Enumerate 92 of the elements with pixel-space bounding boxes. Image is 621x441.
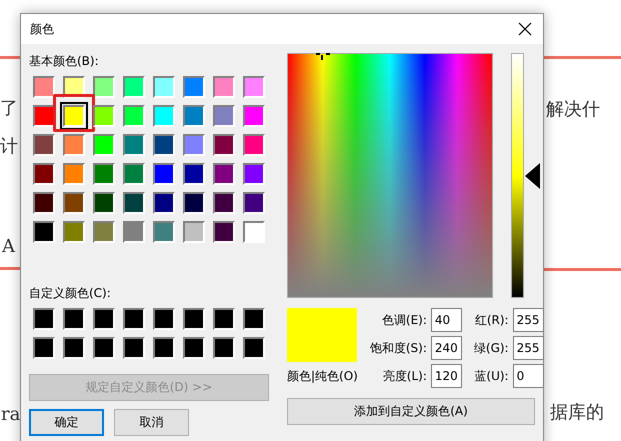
color-swatch[interactable] bbox=[243, 337, 265, 359]
value-field[interactable]: 120 bbox=[430, 364, 462, 388]
field-label: 色调(E): bbox=[382, 312, 427, 328]
add-to-custom-colors-button[interactable]: 添加到自定义颜色(A) bbox=[287, 398, 535, 425]
field-label: 饱和度(S): bbox=[370, 340, 427, 356]
color-swatch[interactable] bbox=[63, 163, 85, 185]
section-label: 基本颜色(B): bbox=[29, 53, 100, 70]
color-swatch[interactable] bbox=[93, 337, 115, 359]
color-swatch[interactable] bbox=[183, 337, 205, 359]
cancel-button[interactable]: 取消 bbox=[114, 409, 189, 436]
value-field[interactable]: 240 bbox=[430, 336, 462, 360]
color-swatch[interactable] bbox=[153, 192, 175, 214]
color-swatch[interactable] bbox=[183, 134, 205, 156]
crosshair-icon bbox=[315, 53, 331, 61]
color-swatch[interactable] bbox=[123, 308, 145, 330]
color-swatch[interactable] bbox=[153, 337, 175, 359]
color-swatch[interactable] bbox=[153, 134, 175, 156]
color-swatch[interactable] bbox=[243, 192, 265, 214]
color-swatch[interactable] bbox=[243, 308, 265, 330]
color-spectrum[interactable] bbox=[287, 53, 493, 298]
value-field[interactable]: 255 bbox=[512, 308, 544, 332]
color-swatch[interactable] bbox=[123, 163, 145, 185]
value-field[interactable]: 40 bbox=[430, 308, 462, 332]
color-swatch[interactable] bbox=[63, 337, 85, 359]
color-swatch[interactable] bbox=[33, 105, 55, 127]
color-swatch[interactable] bbox=[123, 337, 145, 359]
color-swatch[interactable] bbox=[123, 105, 145, 127]
color-swatch[interactable] bbox=[63, 221, 85, 243]
color-swatch[interactable] bbox=[243, 163, 265, 185]
luminance-pointer[interactable] bbox=[525, 162, 540, 188]
color-swatch[interactable] bbox=[93, 192, 115, 214]
color-swatch[interactable] bbox=[63, 192, 85, 214]
color-swatch[interactable] bbox=[123, 134, 145, 156]
color-swatch[interactable] bbox=[93, 105, 115, 127]
color-swatch[interactable] bbox=[213, 105, 235, 127]
color-swatch[interactable] bbox=[183, 76, 205, 98]
section-label: 自定义颜色(C): bbox=[29, 285, 112, 302]
color-swatch[interactable] bbox=[213, 308, 235, 330]
color-swatch[interactable] bbox=[63, 134, 85, 156]
color-swatch[interactable] bbox=[243, 105, 265, 127]
color-swatch[interactable] bbox=[33, 163, 55, 185]
color-swatch[interactable] bbox=[93, 163, 115, 185]
color-swatch[interactable] bbox=[213, 221, 235, 243]
color-swatch[interactable] bbox=[153, 76, 175, 98]
color-swatch[interactable] bbox=[93, 76, 115, 98]
color-swatch[interactable] bbox=[183, 105, 205, 127]
color-swatch[interactable] bbox=[93, 221, 115, 243]
color-swatch[interactable] bbox=[33, 192, 55, 214]
color-swatch[interactable] bbox=[153, 105, 175, 127]
color-swatch[interactable] bbox=[33, 134, 55, 156]
page-text: 了 bbox=[0, 97, 18, 120]
value-field[interactable]: 0 bbox=[512, 364, 544, 388]
color-swatch[interactable] bbox=[213, 337, 235, 359]
color-swatch[interactable] bbox=[153, 163, 175, 185]
color-swatch[interactable] bbox=[243, 134, 265, 156]
color-swatch[interactable] bbox=[33, 308, 55, 330]
color-swatch[interactable] bbox=[183, 221, 205, 243]
color-swatch[interactable] bbox=[183, 192, 205, 214]
page-text: 计 bbox=[0, 135, 18, 158]
color-swatch[interactable] bbox=[213, 76, 235, 98]
color-swatch[interactable] bbox=[93, 134, 115, 156]
color-swatch[interactable] bbox=[123, 76, 145, 98]
field-label: 蓝(U): bbox=[474, 368, 509, 384]
color-swatch[interactable] bbox=[63, 308, 85, 330]
color-swatch[interactable] bbox=[213, 163, 235, 185]
color-swatch[interactable] bbox=[33, 221, 55, 243]
color-swatch[interactable] bbox=[123, 221, 145, 243]
color-swatch[interactable] bbox=[213, 192, 235, 214]
ok-button[interactable]: 确定 bbox=[29, 409, 104, 436]
color-swatch[interactable] bbox=[153, 308, 175, 330]
window-title: 颜色 bbox=[30, 20, 54, 38]
preview-label: 颜色|纯色(O) bbox=[287, 368, 358, 385]
field-label: 亮度(L): bbox=[382, 368, 427, 384]
color-swatch[interactable] bbox=[93, 308, 115, 330]
value-field[interactable]: 255 bbox=[512, 336, 544, 360]
page-text: ra bbox=[1, 404, 20, 425]
color-swatch[interactable] bbox=[123, 192, 145, 214]
field-label: 绿(G): bbox=[474, 340, 509, 356]
color-swatch[interactable] bbox=[183, 163, 205, 185]
page-text: A bbox=[2, 236, 15, 257]
color-swatch[interactable] bbox=[33, 76, 55, 98]
page-text: 据库的 bbox=[550, 401, 604, 424]
color-swatch[interactable] bbox=[183, 308, 205, 330]
color-swatch[interactable] bbox=[63, 105, 85, 127]
color-swatch[interactable] bbox=[153, 221, 175, 243]
color-swatch[interactable] bbox=[213, 134, 235, 156]
page-text: 解决什 bbox=[546, 98, 600, 121]
color-swatch[interactable] bbox=[33, 337, 55, 359]
close-icon[interactable] bbox=[517, 21, 533, 37]
field-label: 红(R): bbox=[474, 312, 509, 328]
color-swatch[interactable] bbox=[243, 76, 265, 98]
color-swatch[interactable] bbox=[243, 221, 265, 243]
